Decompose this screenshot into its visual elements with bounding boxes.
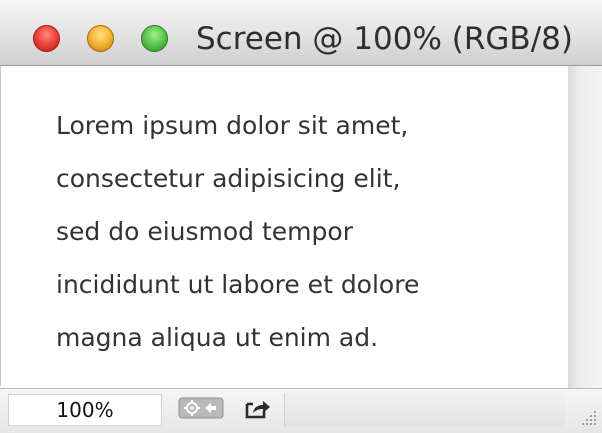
text-line: consectetur adipisicing elit, [56,164,401,193]
document-info-button[interactable] [176,396,226,424]
document-text: Lorem ipsum dolor sit amet, consectetur … [56,99,556,364]
window-title: Screen @ 100% (RGB/8) [196,21,573,57]
text-line: magna aliqua ut enim ad. [56,323,379,352]
minimize-button[interactable] [87,25,114,52]
share-export-button[interactable] [240,396,276,424]
text-line: sed do eiusmod tempor [56,217,353,246]
close-button[interactable] [33,25,60,52]
vertical-scroll-area[interactable] [568,66,602,388]
horizontal-scroll-area[interactable] [284,393,565,427]
zoom-button[interactable] [141,25,168,52]
title-bar[interactable]: Screen @ 100% (RGB/8) [0,0,602,66]
zoom-level-field[interactable]: 100% [8,394,162,426]
canvas-area[interactable]: Lorem ipsum dolor sit amet, consectetur … [0,66,568,386]
status-bar: 100% [0,388,602,433]
text-line: incididunt ut labore et dolore [56,270,420,299]
share-export-icon [244,396,272,425]
document-window: Screen @ 100% (RGB/8) Lorem ipsum dolor … [0,0,602,433]
text-line: Lorem ipsum dolor sit amet, [56,111,409,140]
resize-grip-icon[interactable] [578,407,598,427]
document-info-icon [178,396,224,425]
